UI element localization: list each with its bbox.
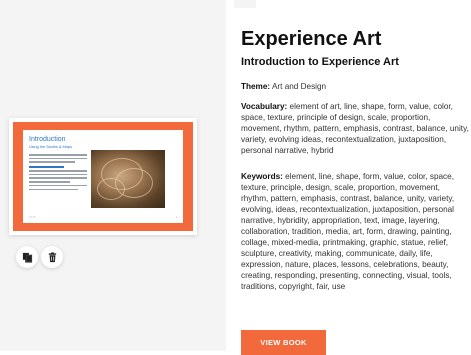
keywords-line: texture, principle, design, scale, propo… bbox=[241, 183, 440, 192]
keywords-line: sculpture, creativity, making, communica… bbox=[241, 249, 433, 258]
thumbnail-text-block bbox=[29, 154, 87, 192]
keywords-line: Keywords: element, line, shape, form, va… bbox=[241, 172, 454, 181]
keywords-line: collaboration, tradition, media, art, fo… bbox=[241, 227, 452, 236]
thumbnail-page-number: ▪ bbox=[175, 215, 177, 219]
keywords-line: creating, responding, presenting, connec… bbox=[241, 271, 452, 280]
thumbnail-page: Introduction Using the Stories & Maps ▭ … bbox=[23, 130, 183, 223]
vocabulary-label: Vocabulary: bbox=[241, 102, 288, 111]
thumbnail-footer: ▭ ▭ bbox=[29, 215, 36, 219]
thumbnail-heading: Introduction bbox=[29, 136, 66, 143]
trash-icon bbox=[48, 251, 56, 262]
keywords-line: collage, mixed-media, printmaking, graph… bbox=[241, 238, 449, 247]
book-subtitle: Introduction to Experience Art bbox=[241, 56, 399, 68]
thumbnail-artwork-image bbox=[91, 150, 165, 208]
top-tab bbox=[234, 0, 256, 8]
copy-icon bbox=[22, 252, 32, 263]
keywords-line: expression, nature, places, lessons, cel… bbox=[241, 260, 449, 269]
theme-row: Theme: Art and Design bbox=[241, 81, 471, 92]
copy-button[interactable] bbox=[16, 246, 38, 268]
keywords-line: evolving, ideas, recontextualization, ju… bbox=[241, 205, 455, 214]
vocabulary-row: Vocabulary: element of art, line, shape,… bbox=[241, 101, 471, 156]
theme-label: Theme: bbox=[241, 82, 271, 91]
thumbnail-frame: Introduction Using the Stories & Maps ▭ … bbox=[13, 122, 193, 231]
view-book-button[interactable]: VIEW BOOK bbox=[241, 330, 326, 355]
keywords-line: rhythm, pattern, emphasis, contrast, bal… bbox=[241, 194, 455, 203]
delete-button[interactable] bbox=[41, 246, 63, 268]
book-title: Experience Art bbox=[241, 28, 382, 50]
keywords-row: Keywords: element, line, shape, form, va… bbox=[241, 171, 471, 292]
keywords-label: Keywords: bbox=[241, 172, 283, 181]
thumbnail-subheading: Using the Stories & Maps bbox=[29, 145, 72, 149]
theme-value: Art and Design bbox=[271, 82, 327, 91]
keywords-line: narrative, hybridity, appropriation, tex… bbox=[241, 216, 440, 225]
keywords-line: traditions, copyright, fair, use bbox=[241, 282, 346, 291]
book-thumbnail[interactable]: Introduction Using the Stories & Maps ▭ … bbox=[9, 118, 197, 235]
